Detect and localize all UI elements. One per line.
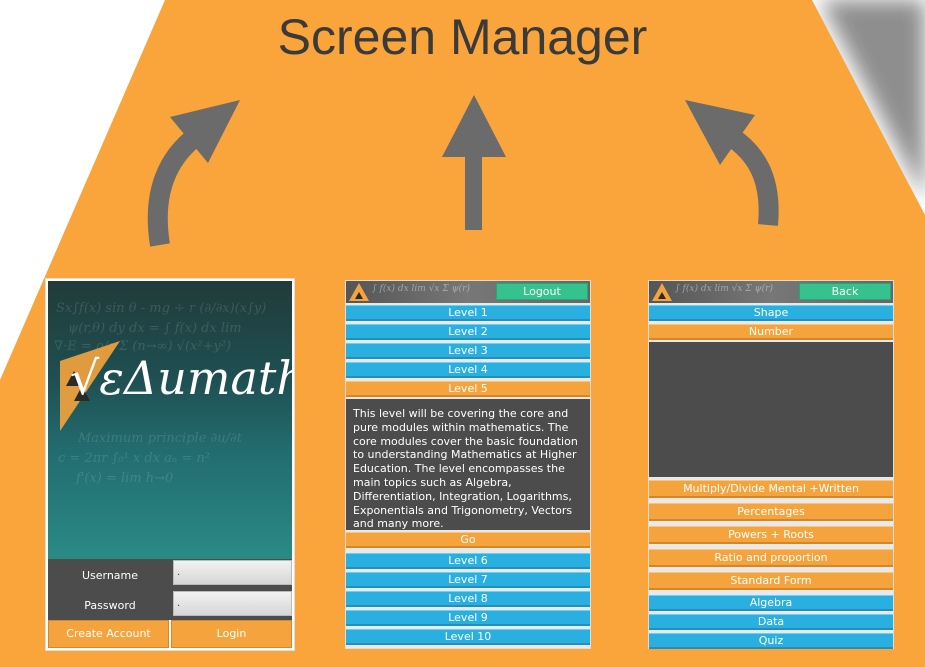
logout-button[interactable]: Logout: [496, 283, 588, 300]
category-number[interactable]: Number: [649, 324, 893, 340]
level-description: This level will be covering the core and…: [353, 407, 578, 531]
level-row[interactable]: Level 2: [346, 324, 590, 340]
level-row[interactable]: Level 7: [346, 572, 590, 588]
login-background-art: Sx∫f(x) sin θ - mg ÷ r (∂/∂x)(x∫y) ψ(r,θ…: [48, 281, 292, 559]
login-button[interactable]: Login: [171, 620, 292, 648]
top-bar: ∫ f(x) dx lim √x Σ ψ(r) Back: [649, 281, 893, 303]
level-row[interactable]: Level 4: [346, 362, 590, 378]
topic-empty-panel: [649, 342, 893, 477]
level-description-panel: This level will be covering the core and…: [346, 399, 590, 530]
arrow-up-left-icon: [147, 100, 240, 247]
password-field[interactable]: .: [173, 591, 292, 616]
level-select-screen: ∫ f(x) dx lim √x Σ ψ(r) Logout Level 1 L…: [345, 280, 591, 649]
login-form: Username . Password .: [48, 559, 292, 620]
back-button[interactable]: Back: [799, 283, 891, 300]
arrow-up-right-icon: [685, 100, 779, 226]
top-bar: ∫ f(x) dx lim √x Σ ψ(r) Logout: [346, 281, 590, 303]
level-row[interactable]: Level 1: [346, 305, 590, 321]
level-row[interactable]: Level 9: [346, 610, 590, 626]
username-label: Username: [81, 569, 139, 582]
username-field[interactable]: .: [173, 560, 292, 585]
page-title: Screen Manager: [277, 9, 648, 65]
level-row[interactable]: Level 3: [346, 343, 590, 359]
category-row[interactable]: Algebra: [649, 595, 893, 611]
category-row[interactable]: Quiz: [649, 633, 893, 649]
login-screen: Sx∫f(x) sin θ - mg ÷ r (∂/∂x)(x∫y) ψ(r,θ…: [45, 278, 295, 651]
app-logo-icon: [349, 283, 369, 301]
topic-row[interactable]: Powers + Roots: [649, 526, 893, 544]
password-label: Password: [84, 599, 136, 612]
level-row[interactable]: Level 6: [346, 553, 590, 569]
level-row-selected[interactable]: Level 5: [346, 381, 590, 397]
go-button[interactable]: Go: [346, 532, 590, 548]
level-row[interactable]: Level 10: [346, 629, 590, 645]
topic-select-screen: ∫ f(x) dx lim √x Σ ψ(r) Back Shape Numbe…: [648, 280, 894, 649]
app-logo-icon: [652, 283, 672, 301]
topic-row[interactable]: Standard Form: [649, 572, 893, 590]
level-row[interactable]: Level 8: [346, 591, 590, 607]
topic-row[interactable]: Percentages: [649, 503, 893, 521]
create-account-button[interactable]: Create Account: [48, 620, 169, 648]
category-shape[interactable]: Shape: [649, 305, 893, 321]
category-row[interactable]: Data: [649, 614, 893, 630]
topic-row[interactable]: Multiply/Divide Mental +Written: [649, 480, 893, 498]
arrow-up-icon: [442, 95, 506, 230]
topic-row[interactable]: Ratio and proportion: [649, 549, 893, 567]
app-logo: √εΔumath: [70, 351, 292, 405]
